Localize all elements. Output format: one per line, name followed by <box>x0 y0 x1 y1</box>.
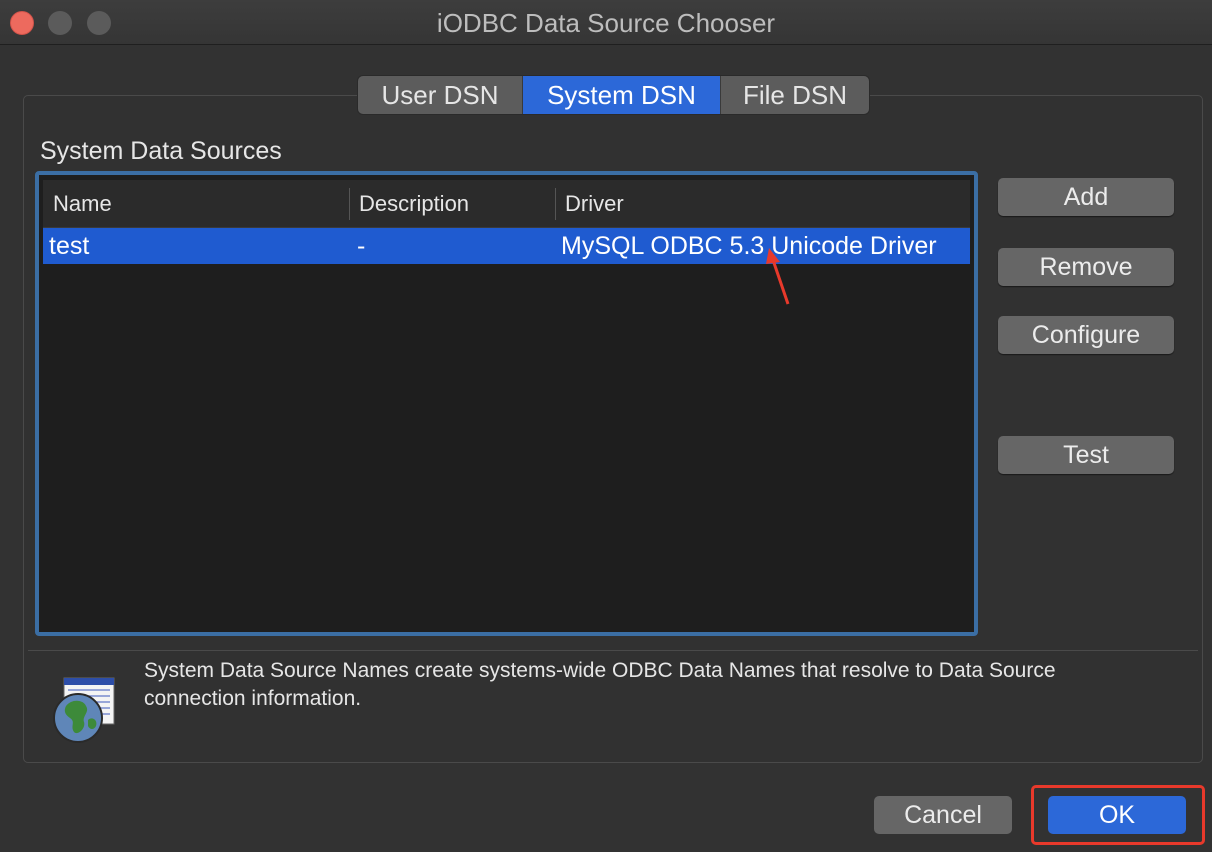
tab-file-dsn[interactable]: File DSN <box>720 76 869 114</box>
annotation-arrow-icon <box>766 248 790 305</box>
annotation-highlight-box <box>1031 785 1205 845</box>
dsn-tab-bar: User DSN System DSN File DSN <box>358 76 869 114</box>
column-header-driver[interactable]: Driver <box>565 180 624 227</box>
tab-user-dsn[interactable]: User DSN <box>358 76 523 114</box>
title-bar: iODBC Data Source Chooser <box>0 0 1212 45</box>
info-divider <box>28 650 1198 651</box>
window-title: iODBC Data Source Chooser <box>436 8 776 38</box>
test-button[interactable]: Test <box>998 436 1174 474</box>
cancel-button[interactable]: Cancel <box>874 796 1012 834</box>
cell-name: test <box>49 232 90 260</box>
configure-button[interactable]: Configure <box>998 316 1174 354</box>
list-header: Name Description Driver <box>43 180 970 228</box>
cell-driver: MySQL ODBC 5.3 Unicode Driver <box>561 232 937 260</box>
cell-description: - <box>357 232 366 260</box>
odbc-globe-icon <box>53 677 115 743</box>
table-row[interactable]: test - MySQL ODBC 5.3 Unicode Driver <box>43 228 970 264</box>
remove-button[interactable]: Remove <box>998 248 1174 286</box>
column-separator[interactable] <box>349 188 350 220</box>
tab-system-dsn[interactable]: System DSN <box>523 76 720 114</box>
column-header-name[interactable]: Name <box>53 180 112 227</box>
data-sources-list[interactable]: Name Description Driver test - MySQL ODB… <box>35 171 978 636</box>
section-label: System Data Sources <box>40 137 282 165</box>
column-separator[interactable] <box>555 188 556 220</box>
add-button[interactable]: Add <box>998 178 1174 216</box>
column-header-description[interactable]: Description <box>359 180 469 227</box>
info-description: System Data Source Names create systems-… <box>144 659 1056 710</box>
